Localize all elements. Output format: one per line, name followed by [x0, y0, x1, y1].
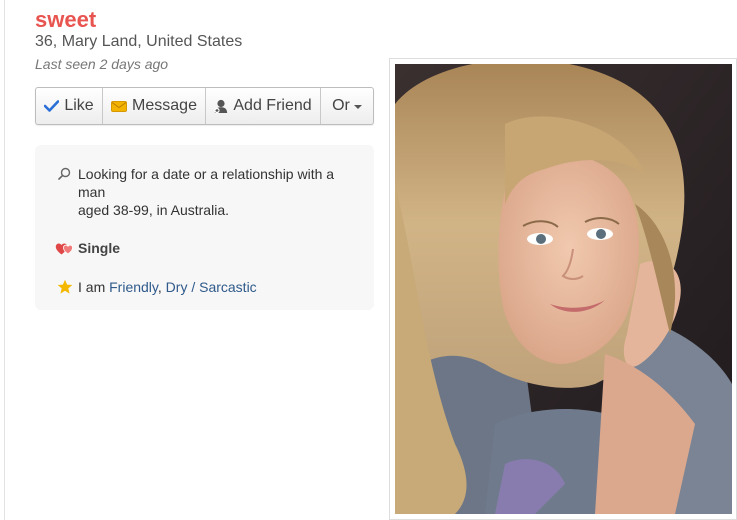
- message-label: Message: [132, 97, 197, 114]
- hearts-icon: [51, 241, 78, 256]
- profile-actions: Like Message Add Friend Or: [35, 87, 374, 125]
- message-button[interactable]: Message: [103, 88, 206, 124]
- more-label: Or: [332, 97, 350, 114]
- more-options-dropdown[interactable]: Or: [321, 88, 373, 124]
- check-icon: [44, 100, 60, 112]
- traits-separator: ,: [157, 279, 162, 295]
- left-divider: [4, 0, 5, 520]
- looking-for-row: Looking for a date or a relationship wit…: [51, 165, 358, 219]
- profile-location: 36, Mary Land, United States: [35, 33, 243, 50]
- trait-link-friendly[interactable]: Friendly: [109, 279, 158, 295]
- add-friend-button[interactable]: Add Friend: [206, 88, 321, 124]
- envelope-icon: [111, 100, 128, 112]
- add-friend-label: Add Friend: [233, 97, 312, 114]
- looking-for-line-1: Looking for a date or a relationship wit…: [78, 166, 335, 200]
- relationship-status-row: Single: [51, 240, 120, 256]
- profile-details-panel: Looking for a date or a relationship wit…: [35, 145, 374, 310]
- like-button[interactable]: Like: [36, 88, 103, 124]
- caret-down-icon: [353, 105, 362, 109]
- looking-for-line-2: aged 38-99, in Australia.: [78, 202, 229, 218]
- traits-prefix: I am: [78, 279, 106, 295]
- last-seen: Last seen 2 days ago: [35, 56, 169, 72]
- profile-page: sweet 36, Mary Land, United States Last …: [0, 0, 737, 520]
- relationship-status: Single: [78, 240, 121, 256]
- profile-photo-image: [395, 64, 732, 514]
- trait-link-dry-sarcastic[interactable]: Dry / Sarcastic: [166, 279, 257, 295]
- profile-name: sweet: [35, 7, 97, 32]
- star-icon: [51, 279, 78, 295]
- looking-for-text: Looking for a date or a relationship wit…: [78, 165, 358, 219]
- personality-row: I am Friendly, Dry / Sarcastic: [51, 278, 358, 296]
- personality-text: I am Friendly, Dry / Sarcastic: [78, 278, 358, 296]
- like-label: Like: [64, 97, 94, 114]
- search-icon: [51, 165, 78, 180]
- person-add-icon: [214, 99, 228, 114]
- profile-photo[interactable]: [395, 64, 732, 514]
